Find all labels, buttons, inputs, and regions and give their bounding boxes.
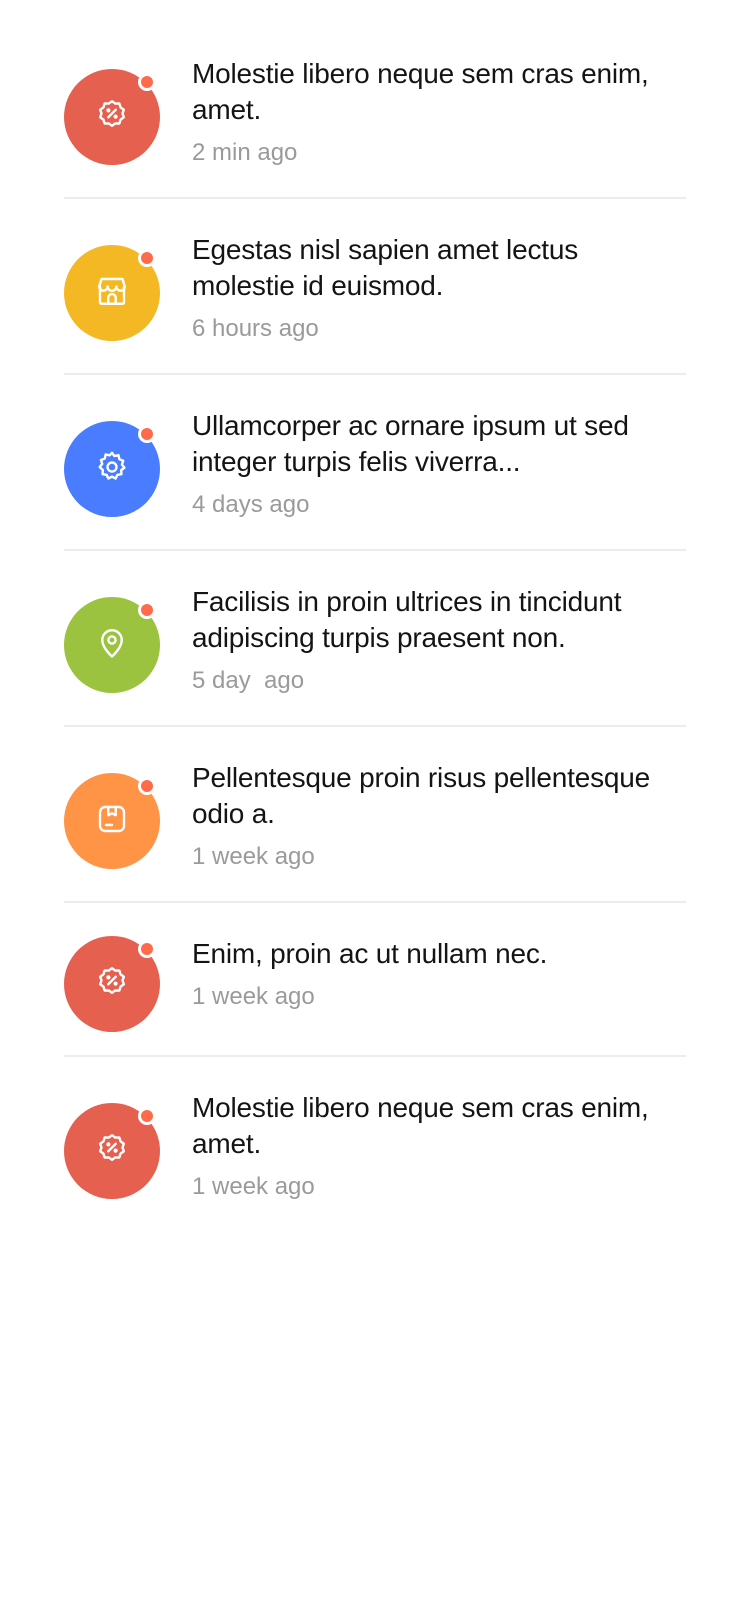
notification-time: 5 day ago [192,667,305,694]
notification-item[interactable]: Egestas nisl sapien amet lectus molestie… [64,232,686,375]
notification-avatar [64,245,160,341]
notification-title: Pellentesque proin risus pellentesque od… [192,762,651,829]
notification-avatar [64,1103,160,1199]
discount-badge-icon [94,1131,130,1172]
notification-time: 1 week ago [192,983,315,1010]
package-box-icon [94,801,130,842]
notification-avatar [64,773,160,869]
notification-item[interactable]: Enim, proin ac ut nullam nec. 1 week ago [64,936,686,1057]
notification-title: Molestie libero neque sem cras enim, ame… [192,58,649,125]
unread-indicator [138,249,156,267]
notification-title: Molestie libero neque sem cras enim, ame… [192,1092,649,1159]
notification-time: 1 week ago [192,1173,315,1200]
unread-indicator [138,73,156,91]
location-pin-icon [94,625,130,666]
notification-avatar [64,597,160,693]
notification-avatar [64,421,160,517]
unread-indicator [138,777,156,795]
notification-item[interactable]: Molestie libero neque sem cras enim, ame… [64,1090,686,1220]
notification-title: Enim, proin ac ut nullam nec. [192,938,548,969]
notification-time: 4 days ago [192,491,310,518]
discount-badge-icon [94,97,130,138]
notification-time: 2 min ago [192,139,298,166]
notification-item[interactable]: Facilisis in proin ultrices in tincidunt… [64,584,686,727]
notification-item[interactable]: Pellentesque proin risus pellentesque od… [64,760,686,903]
unread-indicator [138,601,156,619]
unread-indicator [138,1107,156,1125]
notification-item[interactable]: Molestie libero neque sem cras enim, ame… [64,56,686,199]
notification-time: 1 week ago [192,843,315,870]
unread-indicator [138,940,156,958]
divider [64,725,686,727]
divider [64,197,686,199]
divider [64,1055,686,1057]
notification-title: Ullamcorper ac ornare ipsum ut sed integ… [192,410,629,477]
notification-title: Egestas nisl sapien amet lectus molestie… [192,234,579,301]
unread-indicator [138,425,156,443]
notification-list: Molestie libero neque sem cras enim, ame… [0,0,750,1624]
gear-icon [94,449,130,490]
notification-time: 6 hours ago [192,315,319,342]
notification-item[interactable]: Ullamcorper ac ornare ipsum ut sed integ… [64,408,686,551]
discount-badge-icon [94,964,130,1005]
divider [64,901,686,903]
notification-avatar [64,936,160,1032]
notification-avatar [64,69,160,165]
notification-title: Facilisis in proin ultrices in tincidunt… [192,586,622,653]
divider [64,549,686,551]
store-icon [94,273,130,314]
divider [64,373,686,375]
